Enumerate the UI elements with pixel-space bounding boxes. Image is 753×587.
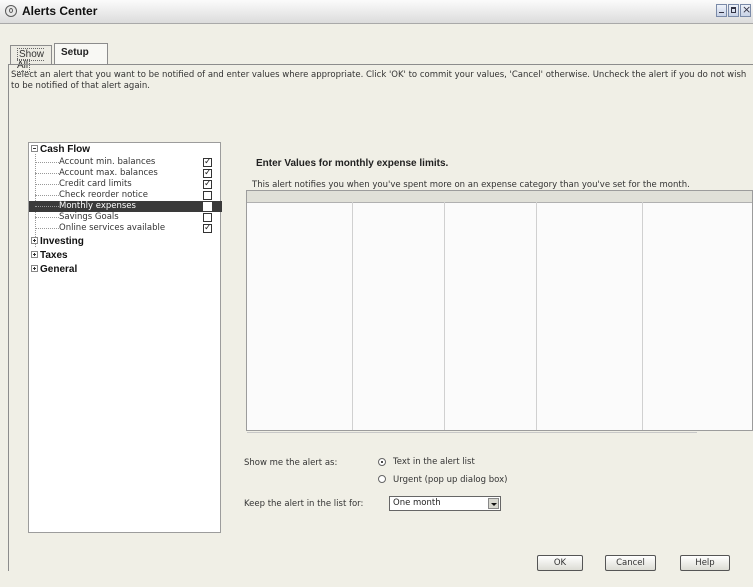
close-icon[interactable] xyxy=(740,3,751,17)
detail-heading: Enter Values for monthly expense limits. xyxy=(256,158,449,169)
expand-icon[interactable] xyxy=(31,265,38,272)
app-icon xyxy=(5,5,17,17)
cancel-button[interactable]: Cancel xyxy=(605,555,656,571)
maximize-icon[interactable] xyxy=(728,4,739,17)
tab-show-all[interactable]: Show All xyxy=(10,45,52,72)
tree-item-credit-card-limits[interactable]: Credit card limits ✓ xyxy=(35,179,247,190)
tree-item-label: Online services available xyxy=(59,223,166,233)
alert-checkbox[interactable] xyxy=(203,213,212,222)
ok-button[interactable]: OK xyxy=(537,555,583,571)
grid-column-divider xyxy=(444,202,445,430)
expand-icon[interactable] xyxy=(31,237,38,244)
tree-item-label: Check reorder notice xyxy=(59,190,148,200)
grid-header xyxy=(247,191,752,203)
tree-group-label: Cash Flow xyxy=(40,144,91,155)
radio-urgent-popup[interactable] xyxy=(378,475,386,483)
minimize-icon[interactable] xyxy=(716,4,727,17)
tree-group-label: Taxes xyxy=(40,250,68,261)
alert-detail-panel: Enter Values for monthly expense limits.… xyxy=(230,148,753,530)
radio-text-in-alert-list[interactable] xyxy=(378,458,386,466)
window-title: Alerts Center xyxy=(22,4,98,18)
collapse-icon[interactable] xyxy=(31,145,38,152)
alert-checkbox[interactable]: ✓ xyxy=(203,158,212,167)
tree-group-label: General xyxy=(40,264,78,275)
tab-setup-label: Setup xyxy=(61,47,89,58)
tab-setup[interactable]: Setup xyxy=(54,43,108,64)
help-button[interactable]: Help xyxy=(680,555,730,571)
tree-item-check-reorder-notice[interactable]: Check reorder notice xyxy=(35,190,247,201)
detail-description: This alert notifies you when you've spen… xyxy=(252,180,690,190)
alert-checkbox[interactable]: ✓ xyxy=(203,180,212,189)
tree-item-monthly-expenses[interactable]: Monthly expenses xyxy=(29,201,222,212)
instructions-text: Select an alert that you want to be noti… xyxy=(11,70,747,91)
alert-checkbox[interactable] xyxy=(203,191,212,200)
keep-duration-select[interactable]: One month xyxy=(389,496,501,511)
chevron-down-icon[interactable] xyxy=(488,498,499,509)
tree-item-account-max-balances[interactable]: Account max. balances ✓ xyxy=(35,168,247,179)
tree-group-investing[interactable]: Investing xyxy=(31,236,84,248)
tree-group-general[interactable]: General xyxy=(31,264,77,276)
tree-item-label: Monthly expenses xyxy=(59,201,136,211)
title-bar: Alerts Center xyxy=(0,0,753,24)
alert-checkbox[interactable]: ✓ xyxy=(203,224,212,233)
keep-duration-value: One month xyxy=(393,498,441,508)
tree-item-account-min-balances[interactable]: Account min. balances ✓ xyxy=(35,157,247,168)
grid-column-divider xyxy=(352,202,353,430)
keep-alert-label: Keep the alert in the list for: xyxy=(244,499,364,509)
tree-item-label: Savings Goals xyxy=(59,212,119,222)
window-controls xyxy=(716,3,751,17)
alert-checkbox[interactable]: ✓ xyxy=(203,169,212,178)
grid-column-divider xyxy=(536,202,537,430)
alert-checkbox[interactable] xyxy=(203,202,212,211)
expense-limits-grid[interactable] xyxy=(246,190,753,433)
radio-urgent-popup-label[interactable]: Urgent (pop up dialog box) xyxy=(393,475,507,485)
tree-item-label: Account max. balances xyxy=(59,168,158,178)
alert-tree[interactable]: Cash Flow Account min. balances ✓ Accoun… xyxy=(28,142,222,533)
show-alert-as-label: Show me the alert as: xyxy=(244,458,338,468)
expand-icon[interactable] xyxy=(31,251,38,258)
tree-group-taxes[interactable]: Taxes xyxy=(31,250,68,262)
grid-row-line xyxy=(247,432,697,433)
tree-group-cash-flow[interactable]: Cash Flow xyxy=(31,144,90,156)
radio-text-in-alert-list-label[interactable]: Text in the alert list xyxy=(393,457,475,467)
tree-item-online-services-available[interactable]: Online services available ✓ xyxy=(35,223,247,234)
tree-item-savings-goals[interactable]: Savings Goals xyxy=(35,212,247,223)
grid-column-divider xyxy=(642,202,643,430)
tree-group-label: Investing xyxy=(40,236,84,247)
tree-item-label: Account min. balances xyxy=(59,157,156,167)
tree-item-label: Credit card limits xyxy=(59,179,132,189)
